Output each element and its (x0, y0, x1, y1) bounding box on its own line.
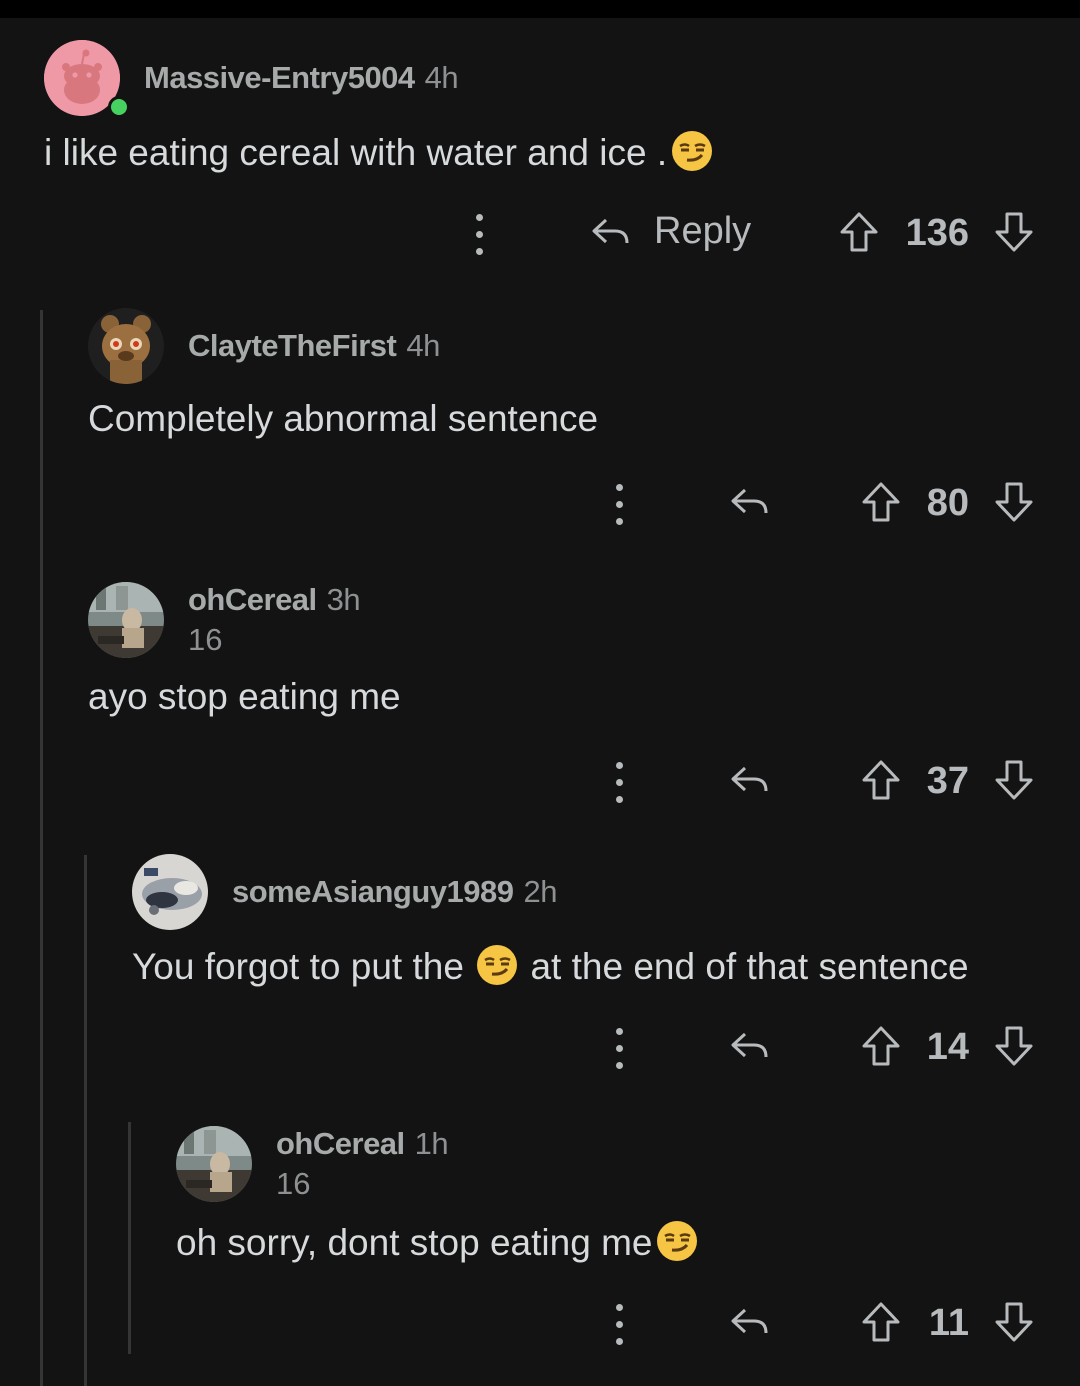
comment-body: oh sorry, dont stop eating me (176, 1220, 698, 1264)
comment-age: 4h (406, 328, 440, 363)
comment-actions: 37 (88, 758, 1080, 818)
username-label[interactable]: ohCereal (276, 1126, 405, 1161)
more-vertical-icon[interactable] (469, 214, 489, 258)
reply-arrow-icon[interactable] (728, 760, 770, 800)
more-vertical-icon[interactable] (609, 1304, 629, 1348)
comment-body: Completely abnormal sentence (88, 398, 598, 440)
photo-avatar-icon (132, 854, 208, 930)
comment: ClayteTheFirst 4h Completely abnormal sen… (88, 308, 1080, 548)
comment: ohCereal 1h 16 oh sorry, dont stop eating… (176, 1126, 1080, 1366)
comment: someAsianguy1989 2h You forgot to put the… (132, 854, 1080, 1094)
upvote-arrow-icon[interactable] (839, 210, 879, 254)
comment-age: 1h (414, 1126, 449, 1161)
downvote-arrow-icon[interactable] (994, 1300, 1034, 1344)
username[interactable]: Massive-Entry5004 4h (144, 60, 459, 96)
reply-arrow-icon[interactable] (728, 1026, 770, 1066)
comment-text-before: You forgot to put the (132, 946, 464, 987)
username[interactable]: someAsianguy1989 2h (232, 874, 557, 910)
avatar[interactable] (88, 582, 164, 658)
photo-avatar-icon (88, 582, 164, 658)
smirk-emoji-icon (657, 1221, 698, 1261)
photo-avatar-icon (176, 1126, 252, 1202)
vote-score: 80 (926, 482, 969, 524)
username[interactable]: ohCereal 1h (276, 1126, 449, 1162)
comment-text: Completely abnormal sentence (88, 398, 599, 439)
comment-age: 2h (523, 874, 557, 909)
comment-body: i like eating cereal with water and ice … (44, 130, 713, 174)
comment-text: ayo stop eating me (88, 676, 401, 717)
downvote-arrow-icon[interactable] (994, 210, 1034, 254)
reply-arrow-icon[interactable] (728, 1302, 770, 1342)
reply-arrow-icon[interactable] (728, 482, 770, 522)
comment-body: You forgot to put the at the end of that… (132, 944, 969, 988)
avatar[interactable] (88, 308, 164, 384)
username-label[interactable]: Massive-Entry5004 (144, 60, 415, 95)
comment-actions: Reply 136 (44, 210, 1080, 270)
vote-score: 136 (905, 212, 969, 254)
comment-text-after: at the end of that sentence (530, 946, 969, 987)
bear-avatar-icon (88, 308, 164, 384)
smirk-emoji-icon (672, 131, 713, 171)
thread-line-level-2[interactable] (84, 855, 87, 1386)
username[interactable]: ohCereal 3h (188, 582, 361, 618)
avatar[interactable] (132, 854, 208, 930)
comment-text: i like eating cereal with water and ice … (44, 132, 668, 173)
downvote-arrow-icon[interactable] (994, 758, 1034, 802)
reply-arrow-icon[interactable] (589, 212, 631, 252)
more-vertical-icon[interactable] (609, 762, 629, 806)
user-karma: 16 (188, 622, 223, 657)
comment-actions: 11 (176, 1300, 1080, 1360)
user-karma: 16 (276, 1166, 311, 1201)
comment-actions: 80 (88, 480, 1080, 540)
thread-line-level-3[interactable] (128, 1122, 131, 1354)
smirk-emoji-icon (477, 945, 518, 985)
downvote-arrow-icon[interactable] (994, 1024, 1034, 1068)
comment: Massive-Entry5004 4h i like eating cereal… (44, 40, 1080, 300)
comment-age: 4h (424, 60, 459, 95)
vote-score: 37 (926, 760, 969, 802)
downvote-arrow-icon[interactable] (994, 480, 1034, 524)
comment-actions: 14 (132, 1024, 1080, 1084)
more-vertical-icon[interactable] (609, 1028, 629, 1072)
username-label[interactable]: ClayteTheFirst (188, 328, 397, 363)
online-status-dot (108, 96, 130, 118)
reply-button[interactable]: Reply (654, 210, 751, 253)
comment-body: ayo stop eating me (88, 676, 401, 718)
top-status-bar (0, 0, 1080, 18)
comment-age: 3h (326, 582, 361, 617)
vote-score: 11 (928, 1302, 969, 1344)
comment-text: oh sorry, dont stop eating me (176, 1222, 653, 1263)
thread-line-level-1[interactable] (40, 310, 43, 1386)
vote-score: 14 (926, 1026, 969, 1068)
username-label[interactable]: ohCereal (188, 582, 317, 617)
comment: ohCereal 3h 16 ayo stop eating me 37 (88, 582, 1080, 822)
username[interactable]: ClayteTheFirst 4h (188, 328, 440, 364)
username-label[interactable]: someAsianguy1989 (232, 874, 514, 909)
more-vertical-icon[interactable] (609, 484, 629, 528)
avatar[interactable] (176, 1126, 252, 1202)
